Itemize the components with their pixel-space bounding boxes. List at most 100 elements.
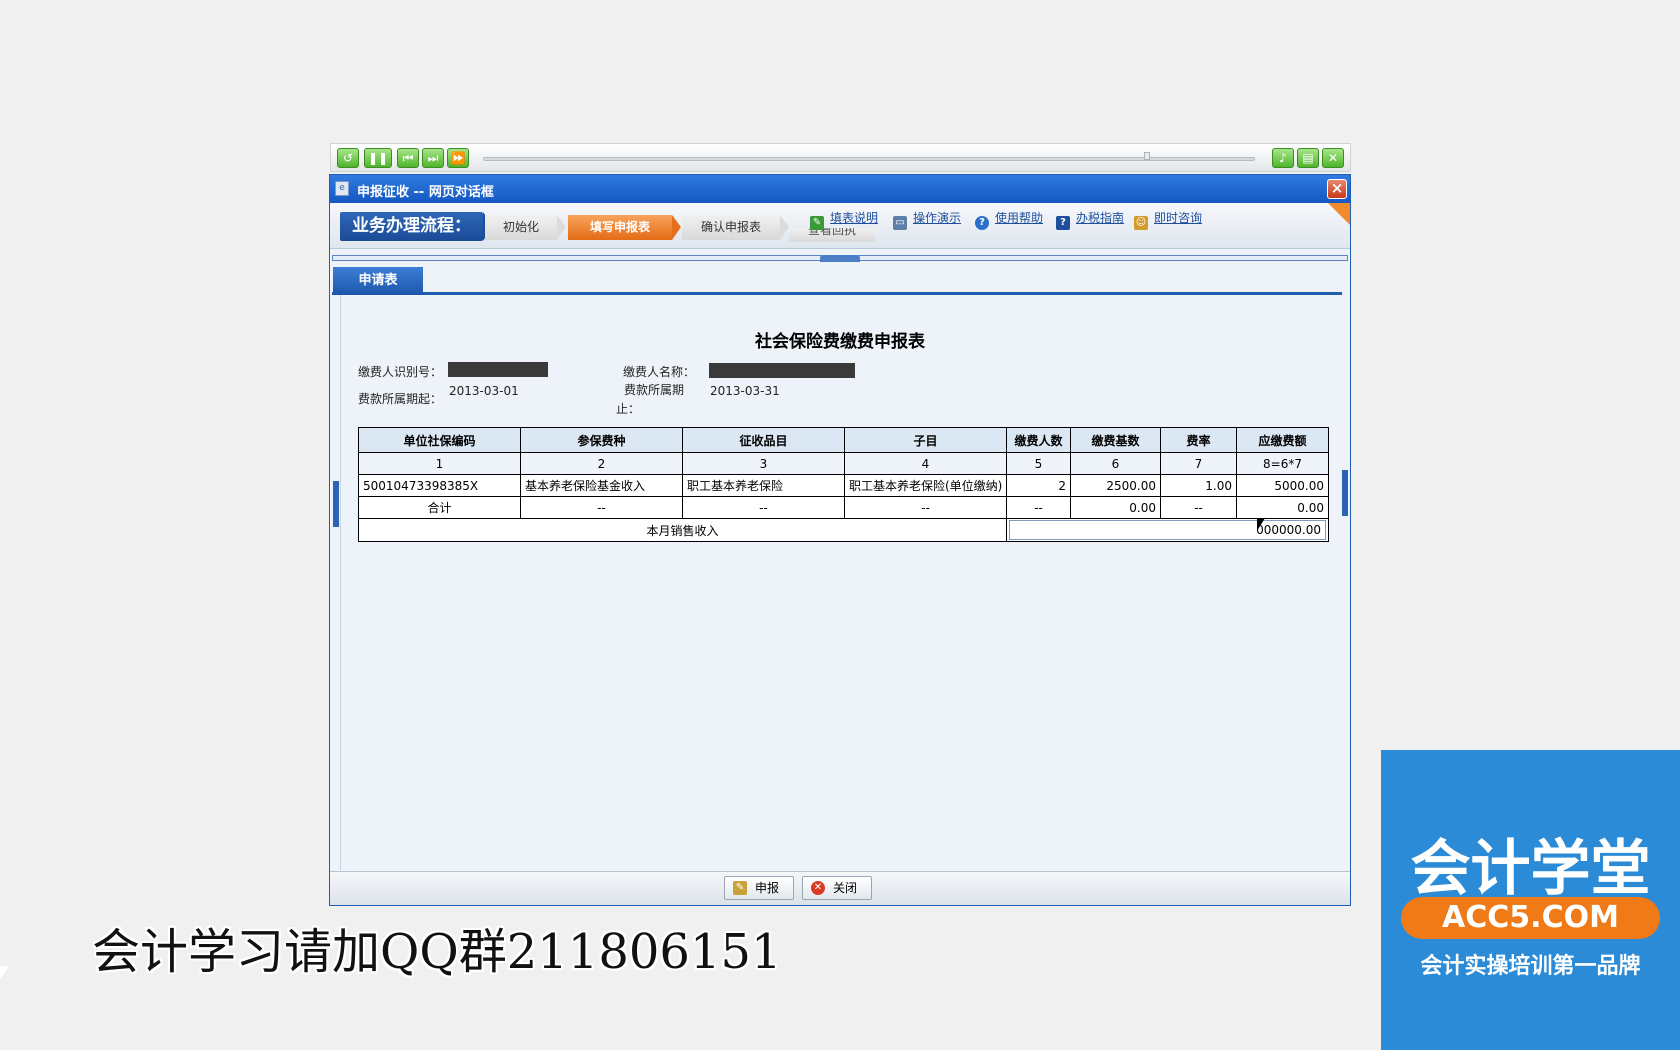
col-header: 费率 <box>1160 427 1237 453</box>
link-fill-guide[interactable]: ✎ 填表说明 <box>810 209 878 230</box>
index-cell: 3 <box>682 452 845 475</box>
step-receipt[interactable]: 查看回执 <box>789 228 875 242</box>
brand-url: ACC5.COM <box>1401 897 1660 939</box>
print-icon[interactable]: ▤ <box>1297 148 1319 168</box>
submit-label: 申报 <box>755 881 780 895</box>
progress-thumb[interactable] <box>1144 152 1150 160</box>
submit-icon: ✎ <box>733 881 747 895</box>
user-chat-icon: ☺ <box>1134 216 1148 230</box>
period-end-label: 费款所属期 <box>624 383 685 397</box>
close-icon: ✕ <box>811 881 825 895</box>
step-confirm[interactable]: 确认申报表 <box>682 215 789 240</box>
col-header: 缴费基数 <box>1070 427 1161 453</box>
tab-application-form[interactable]: 申请表 <box>333 267 423 295</box>
dialog-title: 申报征收 -- 网页对话框 <box>357 185 494 200</box>
link-help-label: 使用帮助 <box>995 211 1044 225</box>
total-row: 合计 -- -- -- -- 0.00 -- 0.00 <box>358 496 1329 519</box>
exit-icon[interactable]: ✕ <box>1322 148 1344 168</box>
close-label: 关闭 <box>833 881 858 895</box>
corner-toggle-icon[interactable] <box>1328 203 1350 225</box>
mouse-cursor-icon <box>1257 518 1265 531</box>
col-header: 应缴费额 <box>1236 427 1329 453</box>
payer-id-redacted <box>448 362 548 377</box>
progress-track[interactable] <box>483 152 1255 161</box>
replay-icon[interactable]: ↺ <box>337 148 359 168</box>
unit-code-cell[interactable]: 50010473398385X <box>358 474 521 497</box>
dialog-close-button[interactable]: × <box>1327 179 1347 199</box>
declaration-table: 单位社保编码 参保费种 征收品目 子目 缴费人数 缴费基数 费率 应缴费额 1 … <box>358 427 1329 542</box>
due-amount-cell: 5000.00 <box>1236 474 1329 497</box>
index-cell: 6 <box>1070 452 1161 475</box>
table-header-row: 单位社保编码 参保费种 征收品目 子目 缴费人数 缴费基数 费率 应缴费额 <box>358 427 1329 453</box>
video-player-bar: ↺ ❚❚ ⏮ ⏭ ⏩ ♪ ▤ ✕ <box>330 143 1351 172</box>
table-index-row: 1 2 3 4 5 6 7 8=6*7 <box>358 452 1329 475</box>
col-header: 单位社保编码 <box>358 427 521 453</box>
index-cell: 8=6*7 <box>1236 452 1329 475</box>
link-fill-guide-label: 填表说明 <box>830 211 879 225</box>
col-header: 参保费种 <box>520 427 683 453</box>
payer-name-redacted <box>709 363 855 378</box>
fast-forward-icon[interactable]: ⏩ <box>447 148 469 168</box>
period-start-value: 2013-03-01 <box>449 384 519 398</box>
period-end-label-cont: 止： <box>616 402 641 416</box>
total-cell: -- <box>682 496 845 519</box>
link-consult[interactable]: ☺ 即时咨询 <box>1134 209 1202 230</box>
payer-count-input[interactable]: 2 <box>1006 474 1071 497</box>
sales-label: 本月销售收入 <box>358 518 1007 542</box>
sales-cell: 000000.00 <box>1006 518 1329 542</box>
process-bar: 业务办理流程： 初始化 填写申报表 确认申报表 查看回执 ✎ 填表说明 ▭ 操作演示… <box>330 203 1350 249</box>
sales-input[interactable]: 000000.00 <box>1009 520 1326 540</box>
right-side-toggle[interactable] <box>1342 470 1348 516</box>
close-button[interactable]: ✕ 关闭 <box>802 876 872 900</box>
index-cell: 5 <box>1006 452 1071 475</box>
index-cell: 7 <box>1160 452 1237 475</box>
help-icon: ? <box>975 216 989 230</box>
submit-button[interactable]: ✎ 申报 <box>724 876 794 900</box>
payer-name-label: 缴费人名称： <box>623 365 696 379</box>
link-tax-guide-label: 办税指南 <box>1076 211 1125 225</box>
mouse-cursor-icon <box>0 966 9 980</box>
total-due-cell: 0.00 <box>1236 496 1329 519</box>
levy-item-select[interactable]: 职工基本养老保险 <box>682 474 845 497</box>
col-header: 征收品目 <box>682 427 845 453</box>
tab-bar: 申请表 <box>332 261 1342 295</box>
total-base-cell: 0.00 <box>1070 496 1161 519</box>
dialog-footer: ✎ 申报 ✕ 关闭 <box>330 871 1350 905</box>
brand-slogan: 会计实操培训第一品牌 <box>1420 954 1641 979</box>
index-cell: 1 <box>358 452 521 475</box>
next-icon[interactable]: ⏭ <box>422 148 444 168</box>
fee-type-select[interactable]: 基本养老保险基金收入 <box>520 474 683 497</box>
total-label: 合计 <box>358 496 521 519</box>
link-tax-guide[interactable]: ? 办税指南 <box>1056 209 1124 230</box>
rate-input[interactable]: 1.00 <box>1160 474 1237 497</box>
pause-icon[interactable]: ❚❚ <box>364 148 392 168</box>
link-help[interactable]: ? 使用帮助 <box>975 209 1043 230</box>
index-cell: 2 <box>520 452 683 475</box>
sub-item-select[interactable]: 职工基本养老保险(单位缴纳) <box>844 474 1007 497</box>
col-header: 子目 <box>844 427 1007 453</box>
total-cell: -- <box>520 496 683 519</box>
link-demo-label: 操作演示 <box>913 211 962 225</box>
process-label: 业务办理流程： <box>340 212 493 241</box>
previous-icon[interactable]: ⏮ <box>397 148 419 168</box>
index-cell: 4 <box>844 452 1007 475</box>
total-cell: -- <box>844 496 1007 519</box>
dialog-titlebar: e 申报征收 -- 网页对话框 × <box>330 175 1350 203</box>
link-demo[interactable]: ▭ 操作演示 <box>893 209 961 230</box>
col-header: 缴费人数 <box>1006 427 1071 453</box>
web-dialog: e 申报征收 -- 网页对话框 × 业务办理流程： 初始化 填写申报表 确认申报… <box>329 174 1351 906</box>
left-border-line <box>340 295 341 870</box>
qq-group-caption: 会计学习请加QQ群211806151 <box>92 924 782 980</box>
brand-title: 会计学堂 <box>1410 834 1651 904</box>
step-fill-form[interactable]: 填写申报表 <box>568 215 681 240</box>
form-title: 社会保险费缴费申报表 <box>755 332 925 352</box>
left-side-toggle[interactable] <box>333 481 339 527</box>
monitor-icon: ▭ <box>893 216 907 230</box>
volume-icon[interactable]: ♪ <box>1272 148 1294 168</box>
link-consult-label: 即时咨询 <box>1154 211 1203 225</box>
ie-page-icon: e <box>335 181 349 196</box>
step-init[interactable]: 初始化 <box>485 215 566 240</box>
total-cell: -- <box>1006 496 1071 519</box>
period-start-label: 费款所属期起： <box>358 392 443 406</box>
base-input[interactable]: 2500.00 <box>1070 474 1161 497</box>
